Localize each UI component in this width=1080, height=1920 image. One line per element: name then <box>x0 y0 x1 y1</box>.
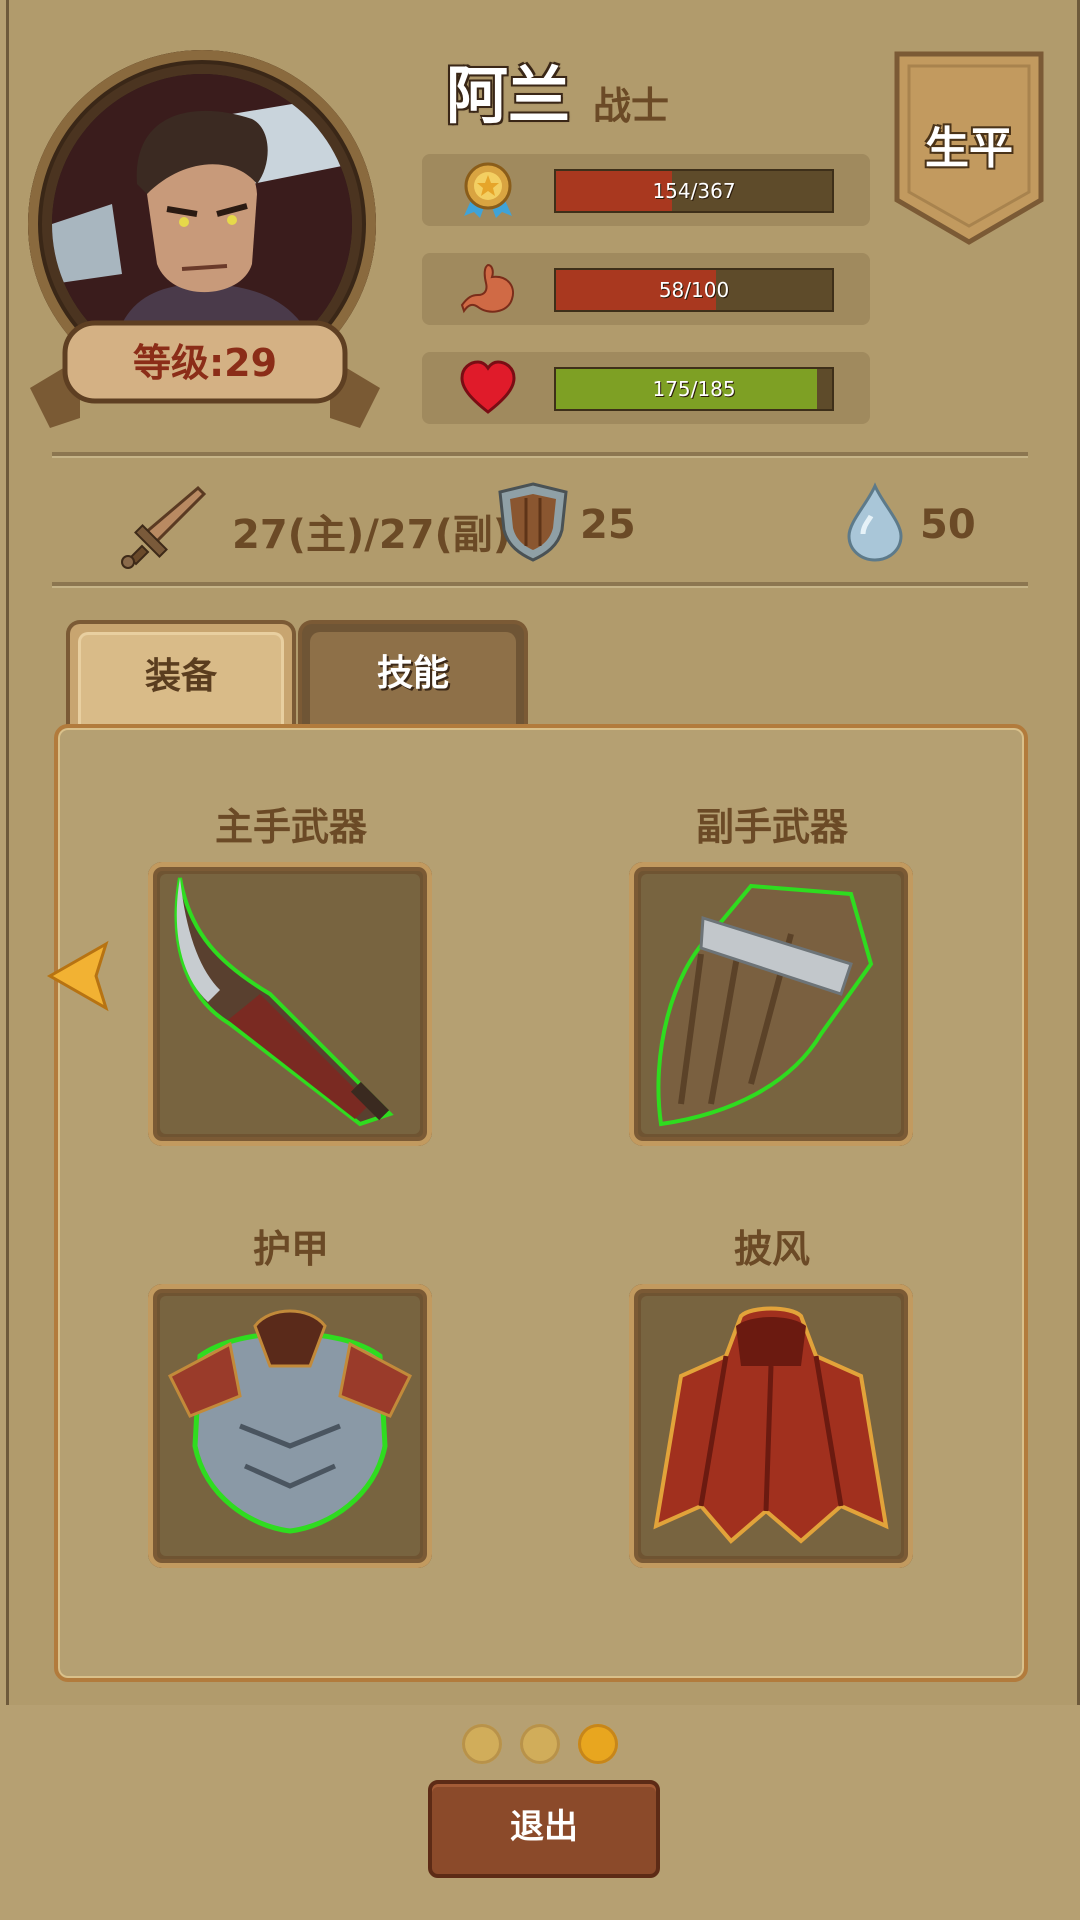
experience-value: 154/367 <box>652 179 736 203</box>
water-drop-icon <box>847 482 903 562</box>
experience-bar: 154/367 <box>554 169 834 213</box>
tab-skills-label[interactable]: 技能 <box>310 632 516 734</box>
page-dot-1[interactable] <box>462 1724 502 1764</box>
health-bar: 175/185 <box>554 367 834 411</box>
level-label: 等级:29 <box>132 341 278 385</box>
heart-icon <box>460 360 516 414</box>
blade-icon <box>174 877 394 1127</box>
health-value: 175/185 <box>652 377 736 401</box>
shield-icon <box>498 482 568 562</box>
cloak-label: 披风 <box>733 1227 810 1271</box>
water-value: 50 <box>920 502 976 548</box>
divider-top <box>52 452 1028 458</box>
sword-icon <box>121 485 207 569</box>
exit-button[interactable]: 退出 <box>428 1780 660 1878</box>
page-dot-2[interactable] <box>520 1724 560 1764</box>
chevron-left-icon[interactable] <box>46 940 112 1012</box>
stomach-icon <box>460 263 514 314</box>
off-hand-label: 副手武器 <box>695 805 848 849</box>
armor-slot[interactable] <box>148 1284 432 1568</box>
career-label[interactable]: 生平 <box>893 112 1045 176</box>
hero-class: 战士 <box>593 84 670 128</box>
experience-bar-row: 154/367 <box>422 154 870 226</box>
hunger-bar: 58/100 <box>554 268 834 312</box>
medal-icon <box>464 162 512 218</box>
wooden-shield-icon <box>656 883 874 1127</box>
main-weapon-slot[interactable] <box>148 862 432 1146</box>
hunger-bar-row: 58/100 <box>422 253 870 325</box>
page-dot-3[interactable] <box>578 1724 618 1764</box>
defense-value: 25 <box>580 502 636 548</box>
off-hand-slot[interactable] <box>629 862 913 1146</box>
main-weapon-label: 主手武器 <box>214 805 367 849</box>
divider-bottom <box>52 582 1028 588</box>
tab-equipment-label[interactable]: 装备 <box>78 632 284 734</box>
tab-skills[interactable]: 技能 <box>298 620 528 734</box>
cloak-icon <box>653 1306 889 1544</box>
cloak-slot[interactable] <box>629 1284 913 1568</box>
chest-armor-icon <box>168 1309 412 1534</box>
hunger-value: 58/100 <box>658 278 730 302</box>
attack-value: 27(主)/27(副) <box>232 512 512 558</box>
health-bar-row: 175/185 <box>422 352 870 424</box>
hero-name: 阿兰 <box>446 59 571 132</box>
tab-equipment[interactable]: 装备 <box>66 620 296 734</box>
armor-label: 护甲 <box>252 1227 329 1271</box>
